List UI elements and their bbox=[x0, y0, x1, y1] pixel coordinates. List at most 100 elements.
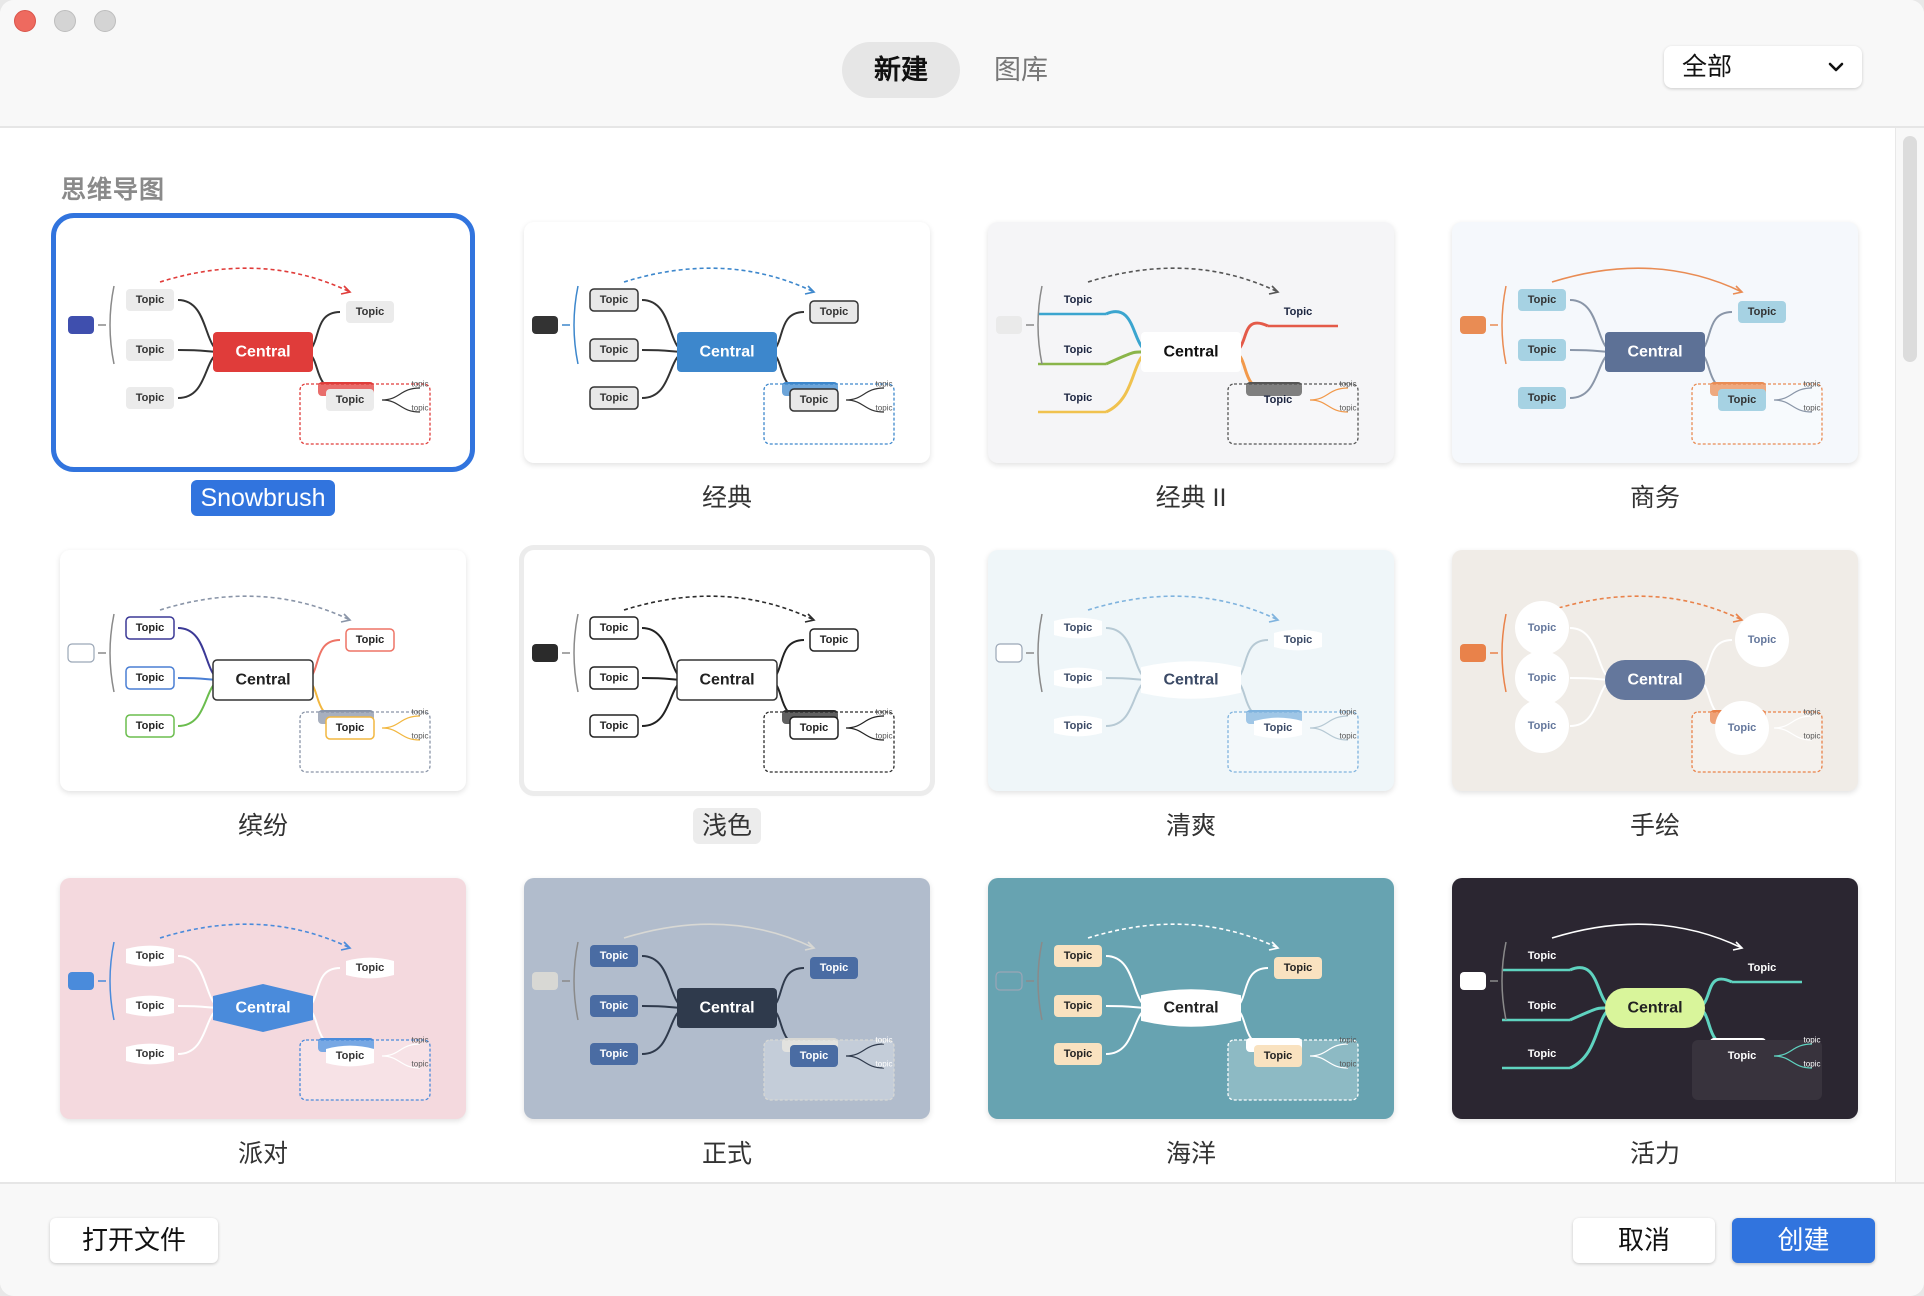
subtopic-label: topic bbox=[1340, 1036, 1357, 1045]
central-label: Central bbox=[699, 1000, 754, 1017]
template-name-label[interactable]: 海洋 bbox=[988, 1136, 1394, 1172]
topic-label: Topic bbox=[600, 672, 629, 684]
topic-label: Topic bbox=[1064, 950, 1093, 962]
summary-node bbox=[532, 644, 558, 662]
create-button[interactable]: 创建 bbox=[1732, 1218, 1875, 1263]
window-maximize-button[interactable] bbox=[94, 10, 116, 32]
topic-label: Topic bbox=[1528, 1048, 1557, 1060]
summary-bracket bbox=[1026, 941, 1043, 1021]
template-preview: topic topic Topic Topic Topic Topic Topic Centr… bbox=[67, 595, 431, 773]
template-card[interactable]: topic topic Topic Topic Topic Topic Topic Centr… bbox=[51, 213, 475, 472]
relationship-arrow bbox=[1087, 595, 1279, 621]
topic-label: Topic bbox=[336, 394, 365, 406]
central-label: Central bbox=[1627, 344, 1682, 361]
dialog-footer: 打开文件 取消 创建 bbox=[0, 1182, 1924, 1296]
summary-node bbox=[67, 643, 95, 663]
template-name: 派对 bbox=[237, 1140, 288, 1168]
topic-label: Topic bbox=[136, 294, 165, 306]
topic-label: Topic bbox=[800, 1050, 829, 1062]
relationship-arrow bbox=[1551, 595, 1743, 621]
topic-label: Topic bbox=[1064, 1000, 1093, 1012]
topic-label: Topic bbox=[356, 962, 385, 974]
window-minimize-button[interactable] bbox=[54, 10, 76, 32]
central-label: Central bbox=[1163, 344, 1218, 361]
subtopic-label: topic bbox=[876, 732, 893, 741]
topic-label: Topic bbox=[1528, 392, 1557, 404]
topic-label: Topic bbox=[600, 392, 629, 404]
topic-label: Topic bbox=[1284, 962, 1313, 974]
template-card[interactable]: topic topic Topic Topic Topic Topic Topic Centr… bbox=[988, 222, 1394, 463]
template-name-label[interactable]: 清爽 bbox=[988, 808, 1394, 844]
template-card[interactable]: topic topic Topic Topic Topic Topic Topic Centr… bbox=[519, 545, 935, 796]
topic-label: Topic bbox=[1064, 1048, 1093, 1060]
template-card[interactable]: topic topic Topic Topic Topic Topic Topic Centr… bbox=[1452, 550, 1858, 791]
template-preview: topic topic Topic Topic Topic Topic Topic Centr… bbox=[532, 595, 895, 773]
chevron-down-icon bbox=[1828, 62, 1844, 72]
cancel-button[interactable]: 取消 bbox=[1573, 1218, 1715, 1263]
category-filter-select[interactable]: 全部 bbox=[1664, 46, 1862, 88]
topic-label: Topic bbox=[1528, 1000, 1557, 1012]
topic-label: Topic bbox=[600, 950, 629, 962]
template-card[interactable]: topic topic Topic Topic Topic Topic Topic Centr… bbox=[988, 550, 1394, 791]
subtopic-label: topic bbox=[412, 380, 429, 389]
template-card[interactable]: topic topic Topic Topic Topic Topic Topic Centr… bbox=[60, 550, 466, 791]
template-card[interactable]: topic topic Topic Topic Topic Topic Topic Centr… bbox=[524, 222, 930, 463]
topic-label: Topic bbox=[1748, 634, 1777, 646]
summary-bracket bbox=[1026, 613, 1043, 693]
summary-node bbox=[68, 972, 94, 990]
template-name-label[interactable]: 经典 II bbox=[988, 480, 1394, 516]
topic-label: Topic bbox=[1748, 962, 1777, 974]
summary-node bbox=[532, 316, 558, 334]
topic-label: Topic bbox=[1264, 394, 1293, 406]
template-name-label[interactable]: 正式 bbox=[524, 1136, 930, 1172]
template-name-label[interactable]: 活力 bbox=[1452, 1136, 1858, 1172]
summary-bracket bbox=[562, 941, 579, 1021]
template-name-label[interactable]: 浅色 bbox=[524, 808, 930, 844]
template-name-label[interactable]: Snowbrush bbox=[60, 480, 466, 516]
template-name-label[interactable]: 经典 bbox=[524, 480, 930, 516]
summary-bracket bbox=[1026, 285, 1043, 365]
scrollbar[interactable] bbox=[1895, 128, 1924, 1182]
topic-label: Topic bbox=[136, 1048, 165, 1060]
template-name-label[interactable]: 缤纷 bbox=[60, 808, 466, 844]
template-name-label[interactable]: 派对 bbox=[60, 1136, 466, 1172]
subtopic-label: topic bbox=[876, 708, 893, 717]
topic-label: Topic bbox=[1528, 622, 1557, 634]
template-card[interactable]: topic topic Topic Topic Topic Topic Topic Centr… bbox=[60, 878, 466, 1119]
template-name: 手绘 bbox=[1629, 812, 1680, 840]
topic-label: Topic bbox=[1528, 950, 1557, 962]
template-name-label[interactable]: 商务 bbox=[1452, 480, 1858, 516]
scrollbar-thumb[interactable] bbox=[1903, 136, 1917, 362]
template-name-label[interactable]: 手绘 bbox=[1452, 808, 1858, 844]
summary-bracket bbox=[1490, 613, 1507, 693]
summary-node bbox=[995, 971, 1023, 991]
topic-label: Topic bbox=[1528, 672, 1557, 684]
template-card[interactable]: topic topic Topic Topic Topic Topic Topic Centr… bbox=[988, 878, 1394, 1119]
topic-label: Topic bbox=[800, 394, 829, 406]
template-card[interactable]: topic topic Topic Topic Topic Topic Topic Centr… bbox=[1452, 222, 1858, 463]
topic-label: Topic bbox=[1064, 392, 1093, 404]
subtopic-label: topic bbox=[876, 380, 893, 389]
topic-label: Topic bbox=[136, 344, 165, 356]
topic-label: Topic bbox=[1528, 344, 1557, 356]
subtopic-label: topic bbox=[1804, 1060, 1821, 1069]
template-card[interactable]: topic topic Topic Topic Topic Topic Topic Centr… bbox=[524, 878, 930, 1119]
template-name: 海洋 bbox=[1165, 1140, 1216, 1168]
summary-bracket bbox=[562, 613, 579, 693]
topic-label: Topic bbox=[1064, 294, 1093, 306]
open-file-button[interactable]: 打开文件 bbox=[50, 1218, 218, 1263]
central-label: Central bbox=[699, 672, 754, 689]
template-gallery: 思维导图 topic topic Topic Topic Topic Topic Topic… bbox=[0, 128, 1895, 1182]
relationship-arrow bbox=[159, 595, 351, 621]
relationship-arrow bbox=[1551, 267, 1743, 293]
topic-label: Topic bbox=[800, 722, 829, 734]
tab-new[interactable]: 新建 bbox=[842, 42, 960, 98]
topic-label: Topic bbox=[600, 294, 629, 306]
template-name: 活力 bbox=[1629, 1140, 1680, 1168]
topic-label: Topic bbox=[1284, 306, 1313, 318]
template-card[interactable]: topic topic Topic Topic Topic Topic Topic Centr… bbox=[1452, 878, 1858, 1119]
topic-label: Topic bbox=[820, 962, 849, 974]
template-name: 商务 bbox=[1629, 484, 1680, 512]
window-close-button[interactable] bbox=[14, 10, 36, 32]
tab-gallery[interactable]: 图库 bbox=[962, 42, 1080, 98]
